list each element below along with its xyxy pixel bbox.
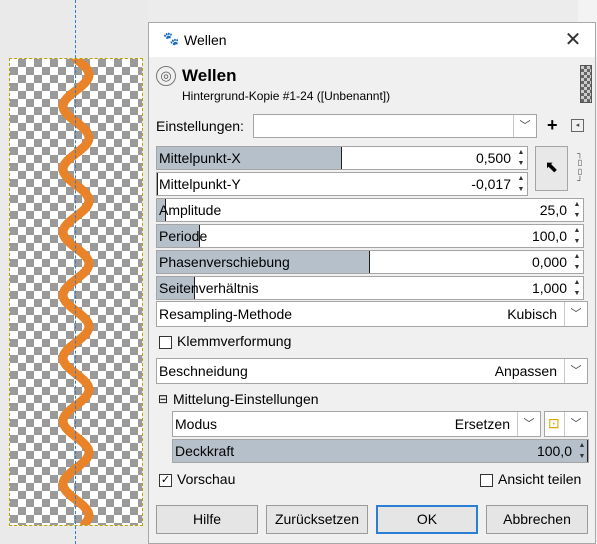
slider-phase-shift[interactable]: Phasenverschiebung 0,000 ▲ ▼: [156, 250, 584, 274]
spin-arrows-icon[interactable]: ▲ ▼: [515, 173, 527, 195]
ok-button[interactable]: OK: [376, 505, 478, 534]
filter-subtitle: Hintergrund-Kopie #1-24 ([Unbenannt]): [182, 89, 391, 103]
waves-dialog: 🐾 Wellen ✕ ◎ Wellen Hintergrund-Kopie #1…: [148, 22, 596, 544]
slider-value: 25,0: [539, 202, 567, 218]
help-button[interactable]: Hilfe: [156, 505, 258, 534]
mode-switch-icon: ⊡: [548, 415, 560, 431]
collapse-toggle-icon[interactable]: ⊟: [158, 392, 168, 406]
clipping-dropdown[interactable]: Beschneidung Anpassen ﹀: [156, 358, 588, 384]
slider-value: 100,0: [536, 443, 572, 459]
window-title: Wellen: [184, 32, 227, 48]
spin-arrows-icon[interactable]: ▲ ▼: [571, 251, 583, 273]
mode-switch-button[interactable]: ⊡ ﹀: [544, 411, 588, 437]
wave-preview: [58, 59, 94, 525]
spin-arrows-icon[interactable]: ▲ ▼: [571, 225, 583, 247]
slider-label: Periode: [159, 228, 208, 244]
chevron-down-icon[interactable]: ﹀: [517, 412, 540, 436]
slider-value: 0,000: [531, 254, 567, 270]
slider-label: Seitenverhältnis: [159, 280, 259, 296]
cancel-button[interactable]: Abbrechen: [486, 505, 588, 534]
preview-checkbox[interactable]: ✓: [159, 474, 172, 487]
slider-value: 1,000: [531, 280, 567, 296]
slider-value: 100,0: [531, 228, 567, 244]
settings-label: Einstellungen:: [156, 118, 244, 134]
split-view-label[interactable]: Ansicht teilen: [498, 471, 581, 487]
clipping-value: Anpassen: [494, 363, 557, 379]
slider-period[interactable]: Periode 100,0 ▲ ▼: [156, 224, 584, 248]
chevron-down-icon[interactable]: ﹀: [513, 115, 536, 137]
mode-dropdown[interactable]: Modus Ersetzen ﹀: [172, 411, 541, 437]
chevron-down-icon[interactable]: ﹀: [564, 302, 587, 326]
slider-label: Deckkraft: [175, 443, 235, 459]
resampling-dropdown[interactable]: Resampling-Methode Kubisch ﹀: [156, 301, 588, 327]
resampling-value: Kubisch: [507, 306, 557, 322]
slider-fill: [173, 440, 588, 462]
split-view-checkbox[interactable]: [480, 474, 493, 487]
blend-section-label[interactable]: Mittelung-Einstellungen: [173, 391, 319, 407]
preset-menu-button[interactable]: ◂: [571, 119, 584, 132]
vertical-guide[interactable]: [75, 0, 76, 544]
slider-opacity[interactable]: Deckkraft 100,0 ▲ ▼: [172, 439, 589, 463]
chevron-down-icon[interactable]: ﹀: [564, 412, 587, 436]
add-preset-button[interactable]: +: [547, 115, 558, 136]
slider-center-y[interactable]: Mittelpunkt-Y -0,017 ▲ ▼: [156, 172, 528, 196]
slider-amplitude[interactable]: Amplitude 25,0 ▲ ▼: [156, 198, 584, 222]
spin-arrows-icon[interactable]: ▲ ▼: [571, 199, 583, 221]
preview-label[interactable]: Vorschau: [177, 471, 235, 487]
wave-filter-icon: ◎: [156, 66, 176, 86]
spin-arrows-icon[interactable]: ▲ ▼: [576, 440, 588, 462]
slider-aspect-ratio[interactable]: Seitenverhältnis 1,000 ▲ ▼: [156, 276, 584, 300]
spin-arrows-icon[interactable]: ▲ ▼: [515, 147, 527, 169]
slider-label: Amplitude: [159, 202, 222, 218]
clipping-label: Beschneidung: [159, 363, 248, 379]
slider-fill: [157, 173, 158, 195]
slider-label: Mittelpunkt-Y: [159, 176, 241, 192]
settings-combo[interactable]: ﹀: [253, 114, 537, 138]
mode-value: Ersetzen: [454, 416, 510, 432]
chevron-down-icon[interactable]: ﹀: [564, 359, 587, 383]
slider-label: Mittelpunkt-X: [159, 150, 241, 166]
mode-label: Modus: [175, 416, 218, 432]
image-canvas[interactable]: [0, 0, 148, 544]
spin-arrows-icon[interactable]: ▲ ▼: [571, 277, 583, 299]
pointer-picker-icon[interactable]: ⬉: [535, 146, 568, 191]
chain-link-icon[interactable]: ┐ ▯ ▯ ┘: [576, 149, 584, 187]
filter-title: Wellen: [182, 66, 237, 85]
slider-label: Phasenverschiebung: [159, 254, 290, 270]
dialog-titlebar[interactable]: 🐾 Wellen ✕: [149, 23, 595, 57]
clamp-label[interactable]: Klemmverformung: [177, 333, 291, 349]
reset-button[interactable]: Zurücksetzen: [266, 505, 368, 534]
clamp-checkbox[interactable]: [159, 336, 172, 349]
slider-value: 0,500: [475, 150, 511, 166]
layer-thumbnail: [580, 65, 592, 103]
slider-value: -0,017: [471, 176, 511, 192]
close-button[interactable]: ✕: [559, 27, 587, 53]
gimp-wilber-icon: 🐾: [163, 31, 180, 46]
resampling-label: Resampling-Methode: [159, 306, 293, 322]
slider-center-x[interactable]: Mittelpunkt-X 0,500 ▲ ▼: [156, 146, 528, 170]
